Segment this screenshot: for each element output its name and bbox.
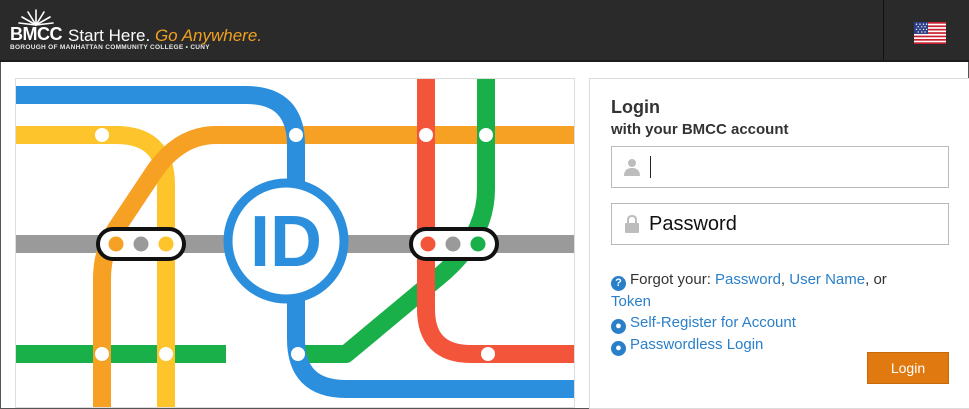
- subway-map-graphic: ID: [16, 79, 574, 407]
- username-field[interactable]: [611, 146, 949, 188]
- account-icon: ●: [611, 319, 626, 334]
- user-icon: [624, 159, 640, 176]
- us-flag-icon[interactable]: [914, 22, 946, 44]
- self-register-row: ● Self-Register for Account: [611, 312, 951, 334]
- red-line: [417, 79, 574, 363]
- forgot-username-link[interactable]: User Name: [789, 271, 865, 288]
- header-divider: [883, 0, 884, 60]
- password-input[interactable]: [649, 204, 944, 244]
- password-field[interactable]: [611, 203, 949, 245]
- subway-map-illustration: ID: [15, 78, 575, 408]
- logo-tagline: Start Here. Go Anywhere.: [68, 26, 262, 46]
- login-button[interactable]: Login: [867, 352, 949, 384]
- bmcc-logo[interactable]: BMCC Start Here. Go Anywhere. BOROUGH OF…: [10, 8, 330, 54]
- question-icon: ?: [611, 276, 626, 291]
- tagline-main: Start Here.: [68, 26, 151, 45]
- comma-separator: ,: [780, 271, 786, 288]
- forgot-row: ? Forgot your: Password, User Name, or To…: [611, 269, 951, 312]
- forgot-or: , or: [865, 271, 887, 288]
- top-navigation-bar: BMCC Start Here. Go Anywhere. BOROUGH OF…: [0, 0, 969, 62]
- tagline-accent: Go Anywhere.: [154, 26, 263, 45]
- logo-subtitle: BOROUGH OF MANHATTAN COMMUNITY COLLEGE •…: [10, 44, 210, 51]
- forgot-token-link[interactable]: Token: [611, 293, 651, 310]
- login-panel: Login with your BMCC account ? Forgot you…: [589, 78, 969, 409]
- forgot-prefix: Forgot your:: [630, 271, 711, 288]
- passwordless-login-link[interactable]: Passwordless Login: [630, 336, 763, 353]
- logo-mark: BMCC: [10, 24, 63, 44]
- self-register-link[interactable]: Self-Register for Account: [630, 314, 796, 331]
- traffic-light-right: [409, 227, 499, 261]
- traffic-light-left: [96, 227, 186, 261]
- username-input[interactable]: [649, 147, 944, 187]
- help-links: ? Forgot your: Password, User Name, or To…: [611, 269, 951, 356]
- account-icon: ●: [611, 341, 626, 356]
- login-title: Login: [611, 97, 660, 117]
- forgot-password-link[interactable]: Password: [715, 271, 781, 288]
- id-badge-label: ID: [250, 202, 322, 282]
- lock-icon: [625, 215, 639, 233]
- login-subtitle: with your BMCC account: [611, 121, 789, 138]
